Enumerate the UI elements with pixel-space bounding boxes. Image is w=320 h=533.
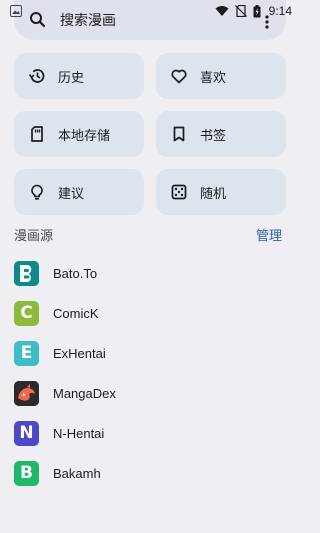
source-name: ExHentai bbox=[53, 345, 106, 361]
nhentai-logo: N bbox=[14, 420, 39, 446]
sources-title: 漫画源 bbox=[14, 228, 54, 244]
image-icon bbox=[10, 5, 22, 17]
local-storage-button[interactable]: 本地存储 bbox=[14, 111, 144, 157]
bookmarks-label: 书签 bbox=[200, 128, 227, 144]
lightbulb-icon bbox=[28, 183, 46, 201]
status-bar: 9:14 bbox=[0, 0, 300, 22]
bookmarks-button[interactable]: 书签 bbox=[156, 111, 286, 157]
source-list: Bato.To C ComicK E ExHentai MangaDex N N… bbox=[0, 253, 300, 493]
battery-icon bbox=[253, 4, 261, 18]
batoto-logo bbox=[14, 260, 39, 286]
favorites-label: 喜欢 bbox=[200, 70, 227, 86]
suggestions-label: 建议 bbox=[58, 186, 85, 202]
local-storage-label: 本地存储 bbox=[58, 128, 111, 144]
source-item-mangadex[interactable]: MangaDex bbox=[0, 373, 300, 413]
favorites-button[interactable]: 喜欢 bbox=[156, 53, 286, 99]
history-label: 历史 bbox=[58, 70, 85, 86]
random-button[interactable]: 随机 bbox=[156, 169, 286, 215]
sd-card-icon bbox=[28, 125, 46, 143]
wifi-icon bbox=[215, 5, 229, 17]
no-sim-icon bbox=[234, 5, 247, 17]
source-name: Bakamh bbox=[53, 465, 101, 481]
bakamh-logo: B bbox=[14, 460, 39, 486]
history-button[interactable]: 历史 bbox=[14, 53, 144, 99]
comick-logo: C bbox=[14, 300, 39, 326]
source-item-nhentai[interactable]: N N-Hentai bbox=[0, 413, 300, 453]
manage-sources-button[interactable]: 管理 bbox=[256, 225, 286, 244]
source-item-exhentai[interactable]: E ExHentai bbox=[0, 333, 300, 373]
history-icon bbox=[28, 67, 46, 85]
source-name: N-Hentai bbox=[53, 425, 105, 441]
source-item-batoto[interactable]: Bato.To bbox=[0, 253, 300, 293]
suggestions-button[interactable]: 建议 bbox=[14, 169, 144, 215]
heart-icon bbox=[170, 67, 188, 85]
source-item-bakamh[interactable]: B Bakamh bbox=[0, 453, 300, 493]
source-item-comick[interactable]: C ComicK bbox=[0, 293, 300, 333]
exhentai-logo: E bbox=[14, 340, 39, 366]
source-name: ComicK bbox=[53, 305, 99, 321]
mangadex-logo bbox=[14, 380, 39, 406]
quick-actions-grid: 历史 喜欢 本地存储 书签 建议 随机 bbox=[14, 53, 286, 215]
sources-header: 漫画源 管理 bbox=[14, 224, 286, 244]
bookmark-icon bbox=[170, 125, 188, 143]
source-name: Bato.To bbox=[53, 265, 98, 281]
source-name: MangaDex bbox=[53, 385, 116, 401]
status-time: 9:14 bbox=[268, 4, 292, 18]
dice-icon bbox=[170, 183, 188, 201]
random-label: 随机 bbox=[200, 186, 227, 202]
